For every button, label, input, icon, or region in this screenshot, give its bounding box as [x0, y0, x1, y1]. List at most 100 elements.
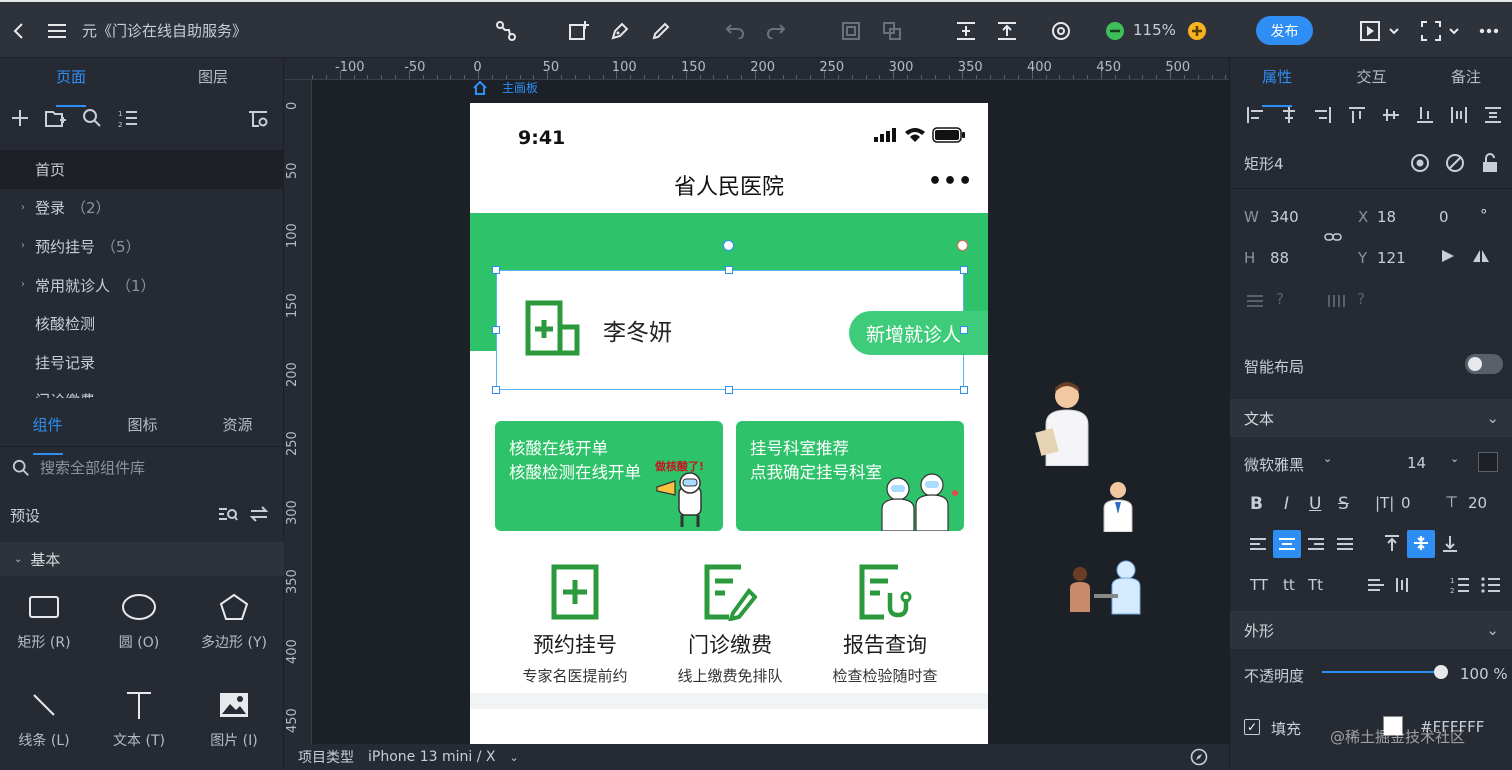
- menu-icon[interactable]: [46, 20, 68, 42]
- resize-handle[interactable]: [492, 266, 500, 274]
- phone-artboard[interactable]: 9:41 省人民医院 ••• 李冬妍 新增就诊人 核酸在线开单 核酸检测在线开单…: [470, 103, 988, 744]
- publish-button[interactable]: 发布: [1256, 16, 1313, 45]
- doctor-sticker-icon[interactable]: [1100, 480, 1136, 532]
- ungroup-icon[interactable]: [881, 20, 903, 42]
- align-center-h-icon[interactable]: [1278, 104, 1300, 126]
- device-select[interactable]: iPhone 13 mini / X: [368, 749, 495, 765]
- tab-resources[interactable]: 资源: [190, 414, 285, 444]
- page-item[interactable]: 门诊缴费: [0, 382, 284, 398]
- underline-icon[interactable]: U: [1309, 494, 1321, 514]
- chevron-down-icon[interactable]: [1387, 20, 1401, 42]
- disable-icon[interactable]: [1444, 152, 1466, 174]
- distribute-horizontal-icon[interactable]: [996, 20, 1018, 42]
- pen-icon[interactable]: [609, 20, 631, 42]
- pencil-icon[interactable]: [650, 20, 672, 42]
- page-item[interactable]: › 常用就诊人 （1）: [0, 266, 284, 305]
- chevron-down-icon[interactable]: ⌄: [1323, 452, 1332, 465]
- numbered-list-icon[interactable]: 12: [1449, 574, 1471, 596]
- undo-icon[interactable]: [724, 20, 746, 42]
- search-icon[interactable]: [82, 108, 104, 130]
- department-banner[interactable]: 挂号科室推荐 点我确定挂号科室: [736, 421, 964, 531]
- flip-vertical-icon[interactable]: [1470, 245, 1492, 267]
- distribute-v-icon[interactable]: [1482, 104, 1504, 126]
- page-item[interactable]: 挂号记录: [0, 343, 284, 382]
- height-input[interactable]: 88: [1270, 249, 1289, 267]
- tab-notes[interactable]: 备注: [1419, 66, 1512, 96]
- bullet-list-icon[interactable]: [1480, 574, 1502, 596]
- more-icon[interactable]: •••: [928, 169, 973, 194]
- resize-handle[interactable]: [492, 386, 500, 394]
- add-folder-icon[interactable]: [45, 108, 67, 130]
- numbered-list-icon[interactable]: 12: [118, 108, 140, 130]
- preset-row[interactable]: 预设: [0, 494, 284, 536]
- chevron-down-icon[interactable]: ⌄: [509, 751, 518, 764]
- distribute-h-icon[interactable]: [1448, 104, 1470, 126]
- strikethrough-icon[interactable]: S: [1338, 494, 1349, 514]
- design-canvas[interactable]: -100 -50 0 50 100 150 200 250 300 350 400 450 500 0 5…: [284, 58, 1229, 744]
- add-container-icon[interactable]: [568, 20, 590, 42]
- chevron-right-icon[interactable]: ›: [21, 202, 25, 213]
- tab-icons[interactable]: 图标: [95, 414, 190, 444]
- align-middle-icon[interactable]: [1380, 104, 1402, 126]
- tab-layers[interactable]: 图层: [142, 66, 284, 96]
- component-rectangle[interactable]: 矩形 (R): [0, 588, 92, 668]
- page-item[interactable]: › 登录 （2）: [0, 189, 284, 228]
- component-search[interactable]: 搜索全部组件库: [0, 446, 284, 488]
- zoom-out-icon[interactable]: [1104, 20, 1126, 42]
- font-family-select[interactable]: 微软雅黑: [1244, 454, 1304, 475]
- spacing-horizontal-icon[interactable]: [1325, 290, 1347, 312]
- zoom-level[interactable]: 115%: [1133, 2, 1176, 58]
- unlock-icon[interactable]: [1479, 152, 1501, 174]
- tab-pages[interactable]: 页面: [0, 66, 142, 96]
- add-page-icon[interactable]: [10, 108, 32, 130]
- resize-handle[interactable]: [960, 386, 968, 394]
- group-icon[interactable]: [840, 20, 862, 42]
- valign-bottom-icon[interactable]: [1439, 533, 1461, 555]
- service-payment[interactable]: 门诊缴费 线上缴费免排队: [655, 563, 805, 686]
- nucleic-test-banner[interactable]: 核酸在线开单 核酸检测在线开单 做核酸了!: [495, 421, 723, 531]
- line-height-input[interactable]: 20: [1468, 494, 1487, 512]
- resize-handle[interactable]: [960, 266, 968, 274]
- spacing-vertical-icon[interactable]: [1244, 290, 1266, 312]
- bold-icon[interactable]: B: [1250, 494, 1263, 514]
- font-size-input[interactable]: 14: [1407, 454, 1426, 472]
- service-register[interactable]: 预约挂号 专家名医提前约: [500, 563, 650, 686]
- text-align-left-icon[interactable]: [1247, 533, 1269, 555]
- resize-handle[interactable]: [960, 326, 968, 334]
- fullscreen-icon[interactable]: [1420, 20, 1442, 42]
- y-input[interactable]: 121: [1377, 249, 1406, 267]
- flip-horizontal-icon[interactable]: [1437, 245, 1459, 267]
- rotation-input[interactable]: 0: [1439, 208, 1449, 226]
- component-line[interactable]: 线条 (L): [0, 686, 92, 766]
- valign-middle-icon[interactable]: [1407, 530, 1435, 558]
- visibility-icon[interactable]: [1409, 152, 1431, 174]
- valign-top-icon[interactable]: [1381, 533, 1403, 555]
- opacity-slider[interactable]: [1322, 671, 1442, 673]
- back-icon[interactable]: [8, 20, 30, 42]
- letter-spacing-input[interactable]: 0: [1401, 494, 1411, 512]
- component-image[interactable]: 图片 (I): [186, 686, 282, 766]
- page-settings-icon[interactable]: [248, 108, 270, 130]
- page-item[interactable]: › 预约挂号 （5）: [0, 227, 284, 266]
- component-text[interactable]: 文本 (T): [91, 686, 187, 766]
- chevron-down-icon[interactable]: ⌄: [1450, 452, 1459, 465]
- uppercase-icon[interactable]: TT: [1250, 576, 1268, 594]
- component-polygon[interactable]: 多边形 (Y): [186, 588, 282, 668]
- opacity-slider-handle[interactable]: [1434, 665, 1448, 679]
- opacity-input[interactable]: 100 %: [1460, 665, 1508, 683]
- resize-handle[interactable]: [725, 386, 733, 394]
- align-bottom-icon[interactable]: [1414, 104, 1436, 126]
- basic-group-header[interactable]: ⌄ 基本: [0, 542, 284, 576]
- connector-icon[interactable]: [495, 20, 517, 42]
- resize-handle[interactable]: [492, 326, 500, 334]
- smart-layout-toggle[interactable]: [1465, 354, 1503, 374]
- vertical-text-icon[interactable]: [1365, 574, 1387, 596]
- zoom-in-icon[interactable]: [1186, 20, 1208, 42]
- capitalize-icon[interactable]: Tt: [1308, 576, 1323, 594]
- doctor-sticker-icon[interactable]: [1034, 378, 1100, 466]
- page-item[interactable]: 核酸检测: [0, 304, 284, 343]
- distribute-vertical-icon[interactable]: [955, 20, 977, 42]
- compass-icon[interactable]: [1190, 748, 1208, 766]
- width-input[interactable]: 340: [1270, 208, 1299, 226]
- link-ratio-icon[interactable]: [1322, 226, 1344, 248]
